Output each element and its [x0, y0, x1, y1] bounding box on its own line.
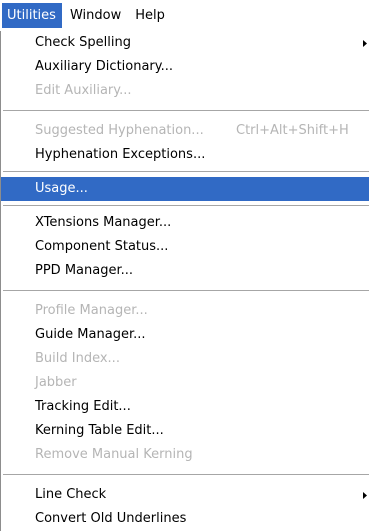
menu-item-label: Hyphenation Exceptions...	[35, 147, 206, 162]
menu-item-label: XTensions Manager...	[35, 215, 172, 230]
menu-item-ppd-manager[interactable]: PPD Manager...	[1, 259, 369, 283]
menu-item-label: Edit Auxiliary...	[35, 83, 132, 98]
menu-item-profile-manager: Profile Manager...	[1, 299, 369, 323]
menu-item-jabber: Jabber	[1, 371, 369, 395]
menu-separator	[1, 201, 369, 211]
menu-item-label: Auxiliary Dictionary...	[35, 59, 174, 74]
utilities-dropdown-menu: Check Spelling Auxiliary Dictionary... E…	[0, 31, 369, 531]
menu-item-usage[interactable]: Usage...	[1, 177, 369, 201]
menu-item-label: Tracking Edit...	[35, 399, 131, 414]
menu-item-label: Convert Old Underlines	[35, 511, 187, 526]
menu-item-edit-auxiliary: Edit Auxiliary...	[1, 79, 369, 103]
menu-item-label: Jabber	[35, 375, 77, 390]
menu-item-label: Remove Manual Kerning	[35, 447, 193, 462]
menu-item-guide-manager[interactable]: Guide Manager...	[1, 323, 369, 347]
menu-item-label: Line Check	[35, 487, 107, 502]
menu-item-label: Suggested Hyphenation...	[35, 123, 204, 138]
menu-item-label: Guide Manager...	[35, 327, 146, 342]
menu-item-remove-manual-kerning: Remove Manual Kerning	[1, 443, 369, 467]
menu-item-kerning-table-edit[interactable]: Kerning Table Edit...	[1, 419, 369, 443]
menu-item-label: Component Status...	[35, 239, 169, 254]
menu-item-label: Usage...	[35, 181, 88, 196]
menu-item-xtensions-manager[interactable]: XTensions Manager...	[1, 211, 369, 235]
menu-bar: Utilities Window Help	[0, 0, 369, 31]
menu-item-label: Build Index...	[35, 351, 120, 366]
submenu-arrow-icon	[363, 31, 369, 55]
menu-item-hyphenation-exceptions[interactable]: Hyphenation Exceptions...	[1, 143, 369, 167]
menu-item-label: PPD Manager...	[35, 263, 134, 278]
menu-separator	[1, 283, 369, 299]
menu-item-line-check[interactable]: Line Check	[1, 483, 369, 507]
menu-item-check-spelling[interactable]: Check Spelling	[1, 31, 369, 55]
menu-item-label: Profile Manager...	[35, 303, 148, 318]
menu-item-shortcut: Ctrl+Alt+Shift+H	[236, 123, 349, 138]
menu-item-suggested-hyphenation: Suggested Hyphenation... Ctrl+Alt+Shift+…	[1, 119, 369, 143]
menu-item-convert-old-underlines[interactable]: Convert Old Underlines	[1, 507, 369, 531]
menu-separator	[1, 467, 369, 483]
menu-help[interactable]: Help	[129, 3, 171, 28]
menu-separator	[1, 167, 369, 177]
menu-utilities[interactable]: Utilities	[2, 3, 62, 28]
menu-item-build-index: Build Index...	[1, 347, 369, 371]
menu-item-tracking-edit[interactable]: Tracking Edit...	[1, 395, 369, 419]
menu-separator	[1, 103, 369, 119]
menu-item-component-status[interactable]: Component Status...	[1, 235, 369, 259]
menu-item-label: Kerning Table Edit...	[35, 423, 164, 438]
menu-item-auxiliary-dictionary[interactable]: Auxiliary Dictionary...	[1, 55, 369, 79]
menu-window[interactable]: Window	[64, 3, 127, 28]
submenu-arrow-icon	[363, 483, 369, 507]
menu-item-label: Check Spelling	[35, 35, 131, 50]
